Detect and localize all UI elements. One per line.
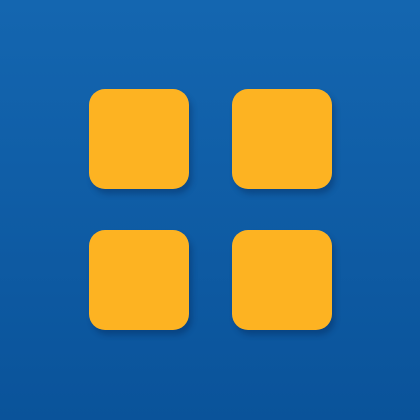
tile-top-right xyxy=(232,89,332,189)
tile-bottom-left xyxy=(89,230,189,330)
tile-top-left xyxy=(89,89,189,189)
tile-bottom-right xyxy=(232,230,332,330)
grid-apps-icon xyxy=(0,0,420,420)
app-icon[interactable] xyxy=(0,0,420,420)
